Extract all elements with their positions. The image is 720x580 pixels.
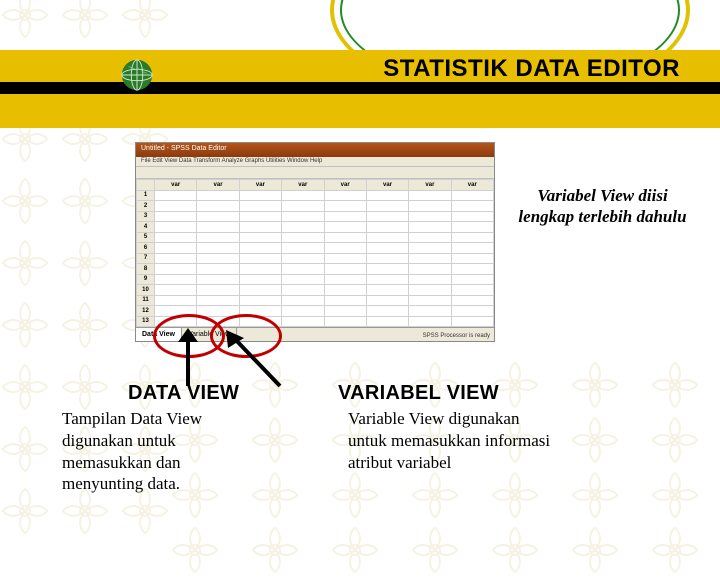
slide-title: STATISTIK DATA EDITOR	[383, 55, 680, 83]
arrow-to-variable-view	[220, 326, 290, 390]
heading-variable-view: VARIABEL VIEW	[338, 382, 499, 405]
menubar: File Edit View Data Transform Analyze Gr…	[136, 157, 494, 167]
body-variable-view: Variable View digunakan untuk memasukkan…	[348, 408, 558, 473]
body-data-view: Tampilan Data View digunakan untuk memas…	[62, 408, 262, 495]
status-text: SPSS Processor is ready	[423, 333, 490, 339]
spreadsheet-grid: varvarvarvarvarvarvarvar for(let i=0;i<1…	[136, 179, 494, 327]
caption-variable-view-first: Variabel View diisi lengkap terlebih dah…	[515, 185, 690, 228]
toolbar	[136, 167, 494, 179]
arrow-to-data-view	[168, 328, 208, 388]
window-titlebar: Untitled - SPSS Data Editor	[136, 143, 494, 157]
spss-screenshot: Untitled - SPSS Data Editor File Edit Vi…	[135, 142, 495, 342]
globe-icon	[118, 56, 156, 94]
